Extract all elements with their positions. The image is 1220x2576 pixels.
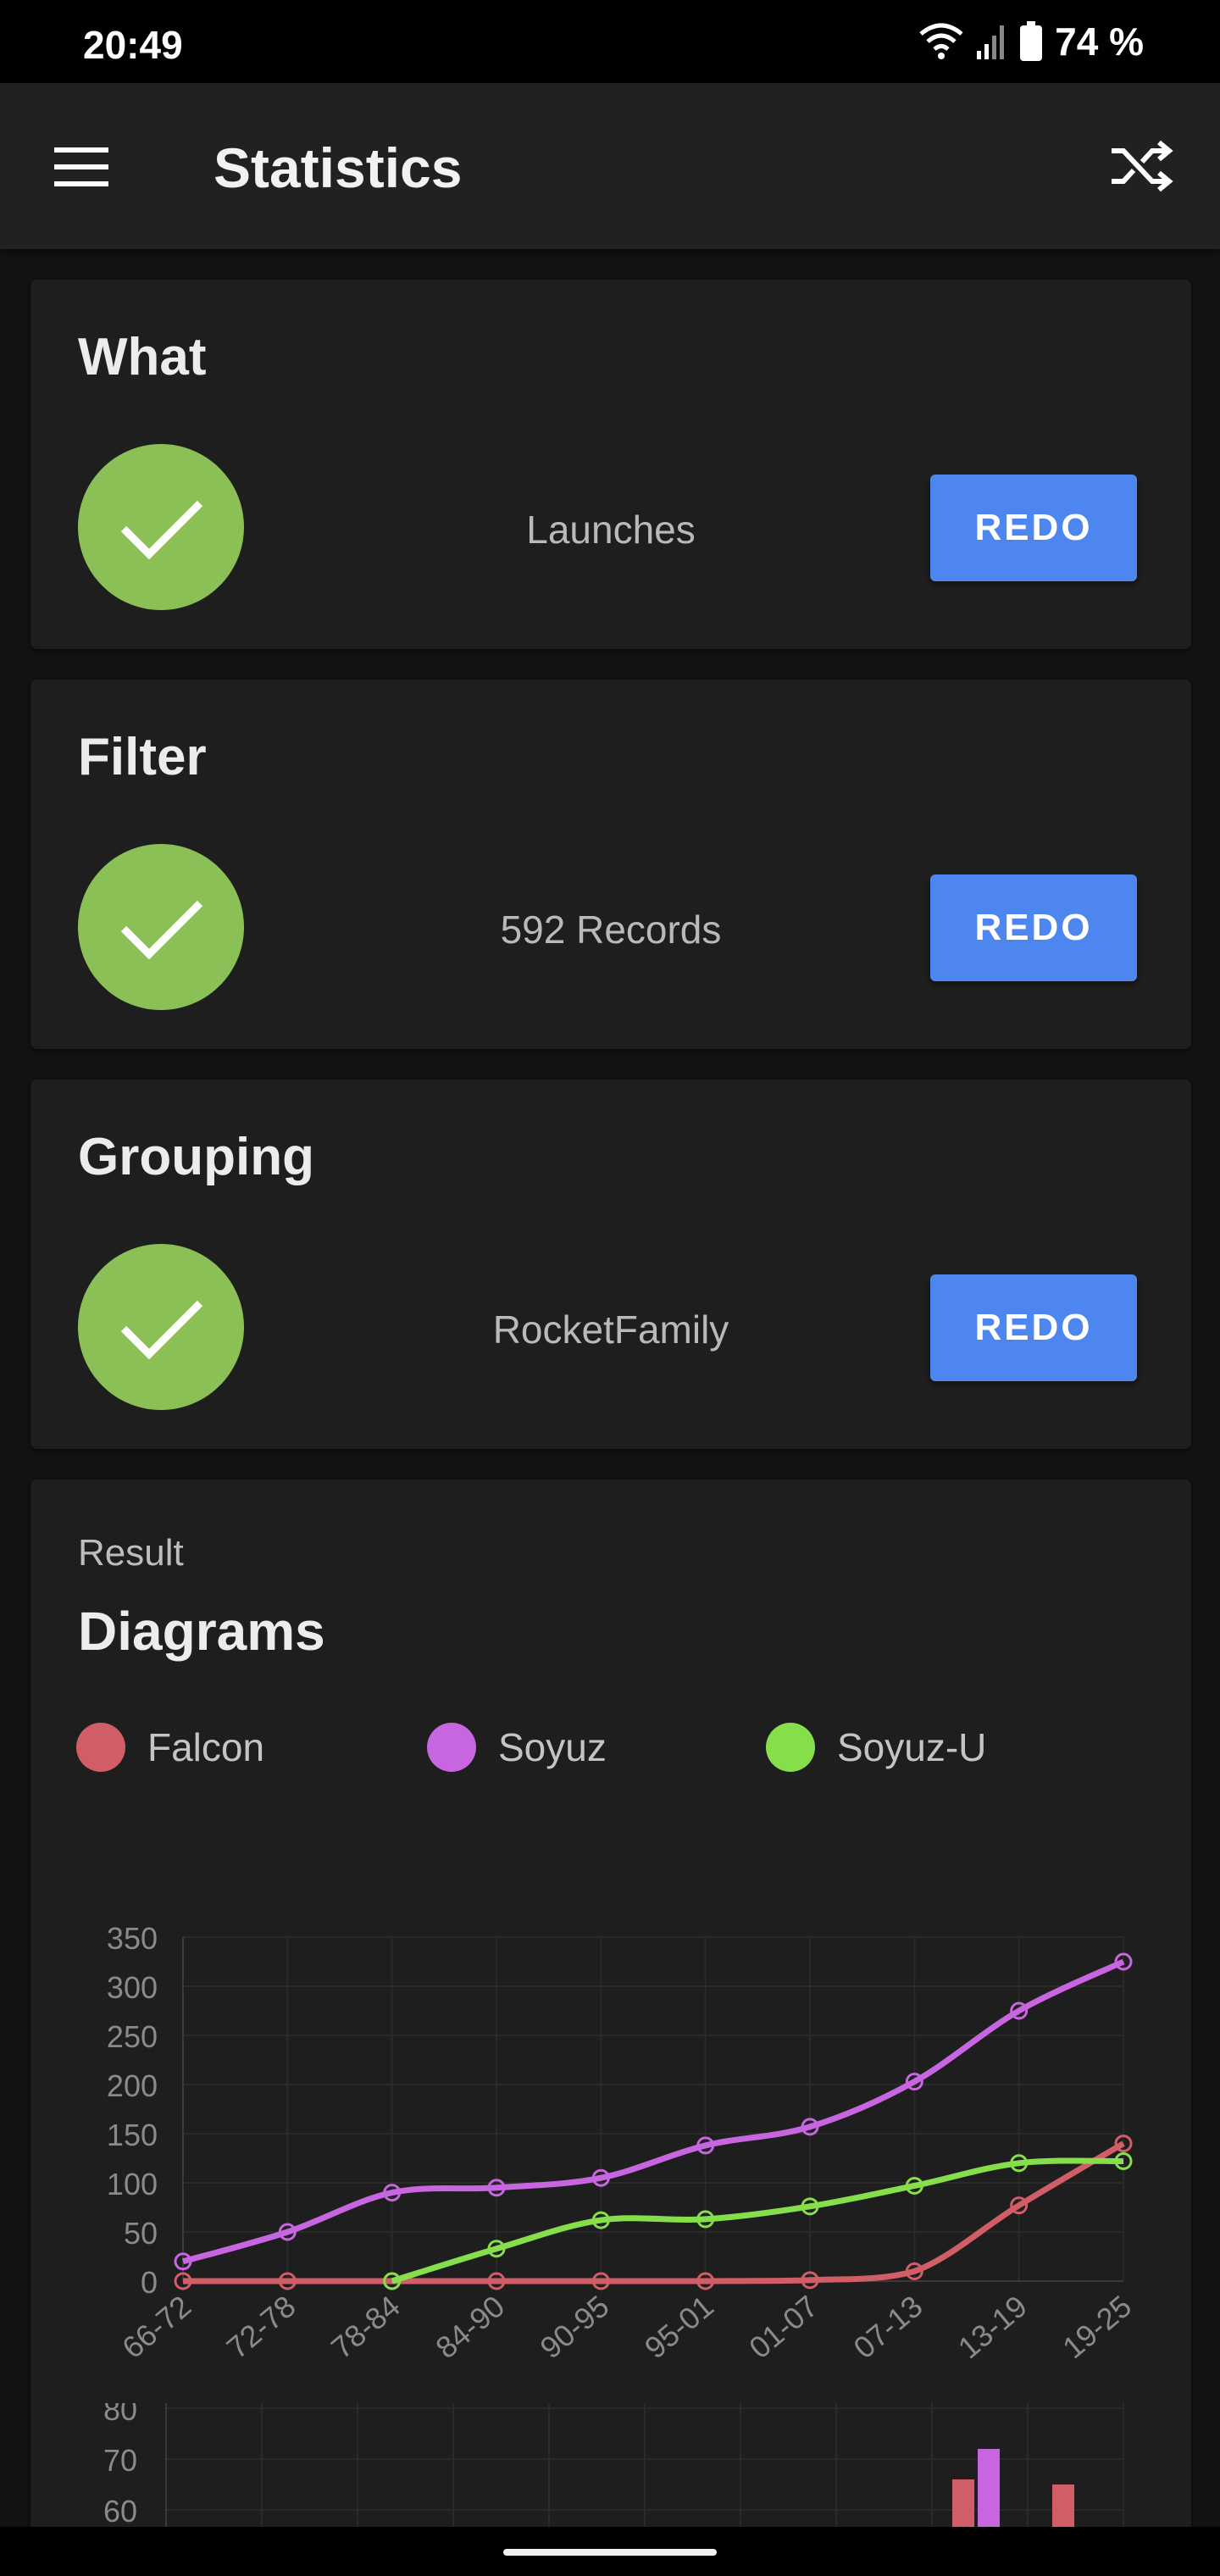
y-tick-label: 0	[141, 2265, 158, 2300]
legend-dot-soyuz-u	[766, 1723, 815, 1772]
x-tick-label: 84-90	[429, 2289, 511, 2366]
legend-item-falcon[interactable]: Falcon	[76, 1722, 264, 1773]
y-tick-label: 200	[107, 2068, 158, 2103]
status-icons: 74 %	[919, 19, 1144, 64]
what-heading: What	[78, 328, 207, 386]
y-tick-label: 70	[103, 2443, 137, 2478]
y-tick-label: 50	[124, 2216, 158, 2251]
app-bar: Statistics	[0, 83, 1220, 249]
x-tick-label: 95-01	[638, 2289, 720, 2366]
shuffle-icon[interactable]	[1108, 139, 1174, 193]
grouping-heading: Grouping	[78, 1128, 314, 1186]
result-card: Result Diagrams Falcon Soyuz Soyuz-U 0 50…	[30, 1480, 1191, 2576]
battery-percent: 74 %	[1055, 19, 1144, 64]
grouping-card: Grouping RocketFamily REDO	[30, 1080, 1191, 1449]
x-tick-label: 78-84	[324, 2289, 407, 2366]
legend-label-falcon: Falcon	[147, 1725, 265, 1769]
y-tick-label: 80	[103, 2403, 137, 2427]
x-tick-label: 07-13	[847, 2289, 929, 2366]
battery-icon	[1020, 21, 1043, 61]
legend-label-soyuz-u: Soyuz-U	[837, 1725, 987, 1769]
signal-icon	[977, 25, 1005, 59]
filter-card: Filter 592 Records REDO	[30, 680, 1191, 1049]
home-gesture-handle[interactable]	[503, 2549, 717, 2556]
result-label: Result	[78, 1532, 184, 1574]
x-tick-label: 01-07	[742, 2289, 824, 2366]
x-tick-label: 90-95	[534, 2289, 616, 2366]
filter-redo-button[interactable]: REDO	[930, 874, 1137, 981]
y-tick-label: 300	[107, 1970, 158, 2005]
filter-heading: Filter	[78, 728, 207, 786]
legend-dot-soyuz	[427, 1723, 476, 1772]
y-tick-label: 60	[103, 2494, 137, 2529]
diagrams-title: Diagrams	[78, 1601, 325, 1662]
page-title: Statistics	[214, 136, 463, 199]
what-redo-button[interactable]: REDO	[930, 475, 1137, 581]
wifi-icon	[919, 23, 963, 59]
x-tick-label: 19-25	[1056, 2289, 1138, 2366]
legend-item-soyuz-u[interactable]: Soyuz-U	[766, 1722, 986, 1773]
x-tick-label: 66-72	[115, 2289, 197, 2366]
legend-label-soyuz: Soyuz	[498, 1725, 607, 1769]
x-tick-label: 13-19	[951, 2289, 1034, 2366]
x-tick-label: 72-78	[220, 2289, 302, 2366]
status-time: 20:49	[83, 23, 183, 67]
legend-item-soyuz[interactable]: Soyuz	[427, 1722, 607, 1773]
legend-dot-falcon	[76, 1723, 125, 1772]
line-chart[interactable]: 0 50 100 150 200 250 300 350 66-72 72-78 78-84 84-9…	[30, 1852, 1191, 2395]
y-tick-label: 350	[107, 1921, 158, 1956]
menu-icon[interactable]	[53, 146, 112, 188]
grouping-redo-button[interactable]: REDO	[930, 1274, 1137, 1381]
y-tick-label: 250	[107, 2019, 158, 2054]
y-tick-label: 150	[107, 2118, 158, 2152]
series-line-soyuz-u	[391, 2157, 1124, 2285]
what-card: What Launches REDO	[30, 280, 1191, 649]
status-bar: 20:49 74 %	[0, 0, 1220, 83]
navigation-bar	[0, 2527, 1220, 2576]
y-tick-label: 100	[107, 2167, 158, 2201]
